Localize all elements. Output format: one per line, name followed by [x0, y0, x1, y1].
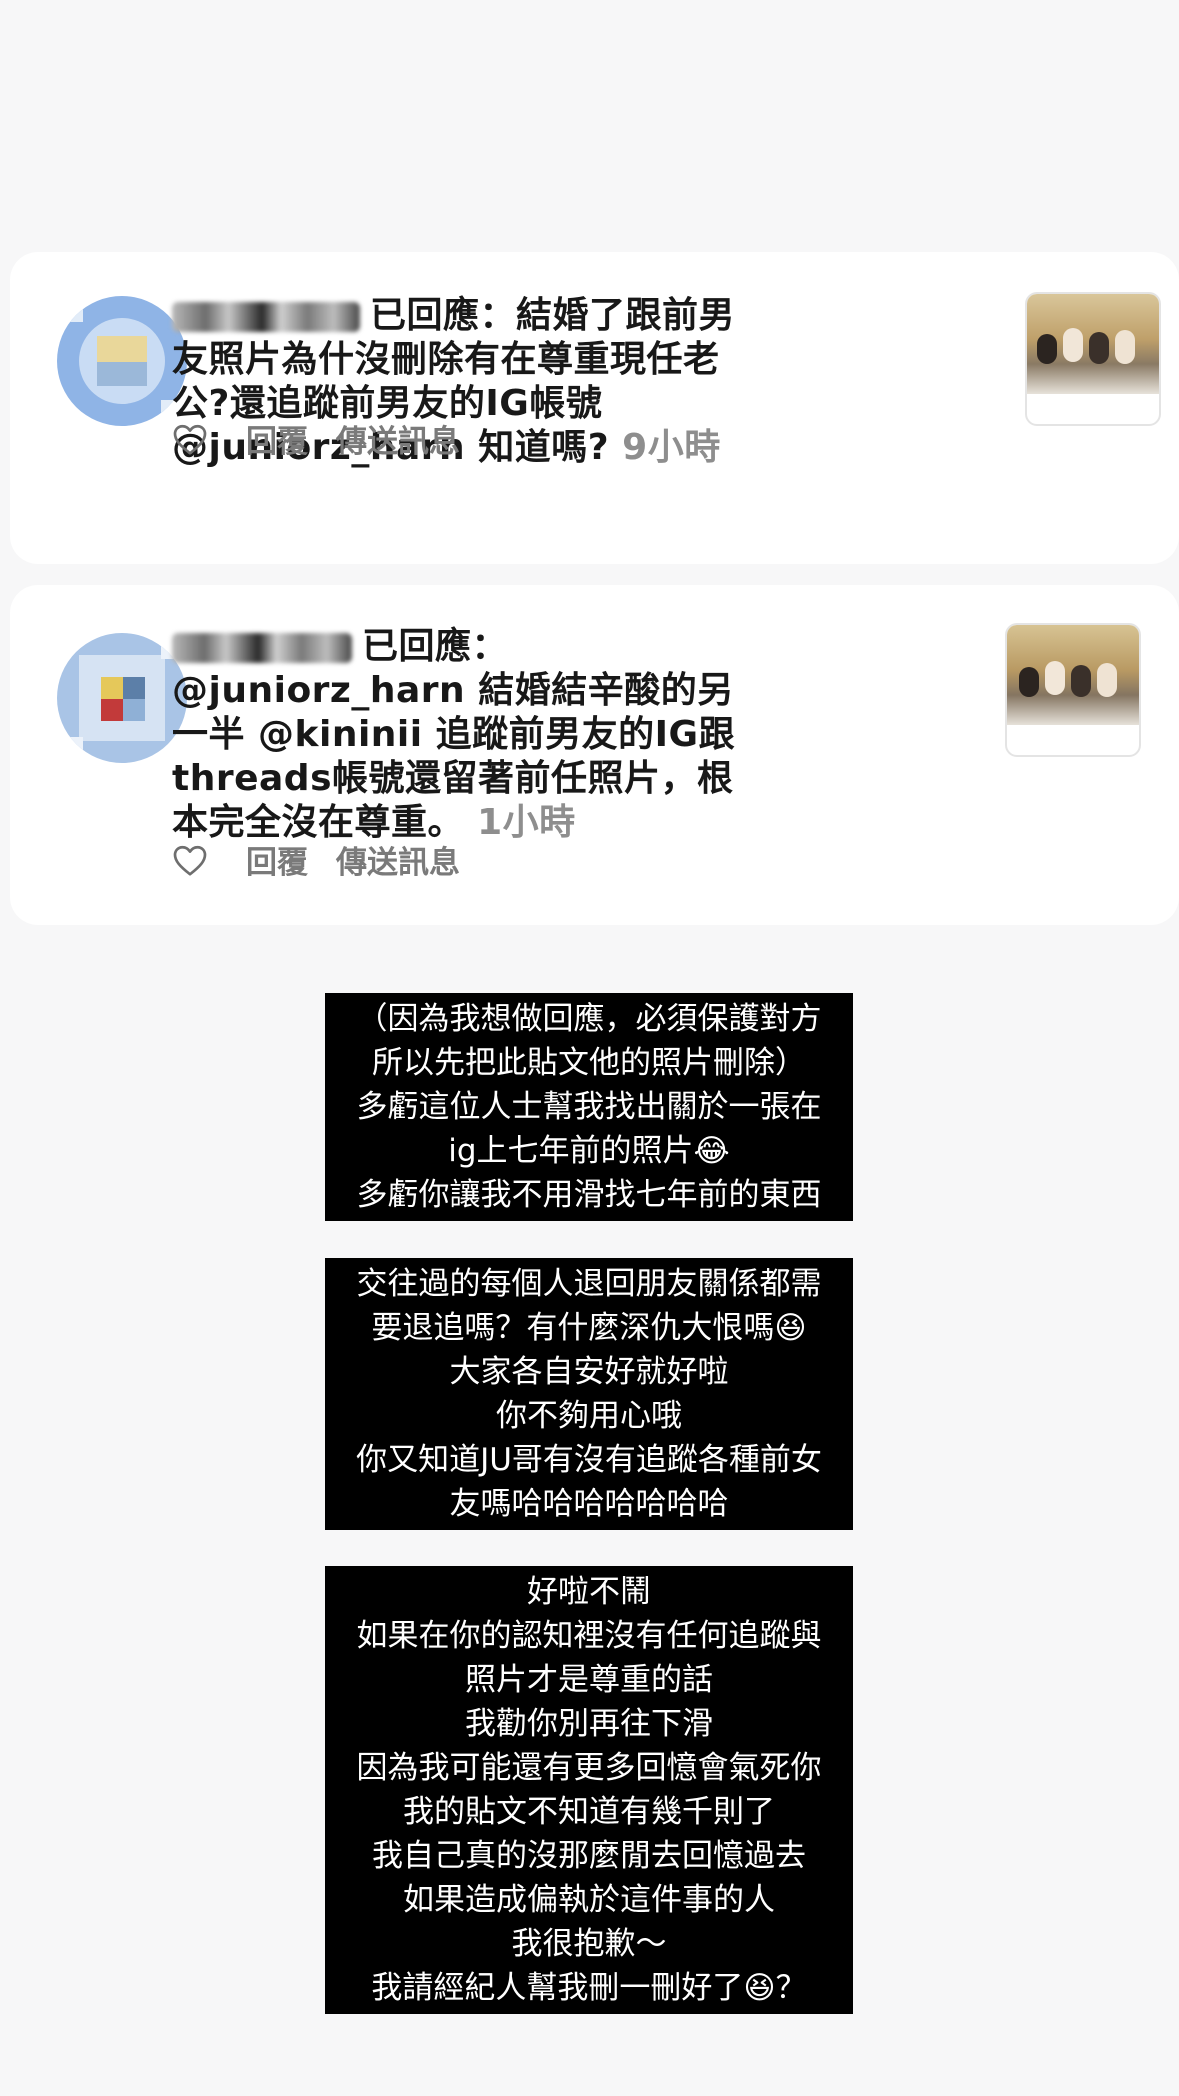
story-line: 如果在你的認知裡沒有任何追蹤與: [356, 1618, 822, 1654]
reply-button[interactable]: 回覆: [246, 837, 308, 882]
story-line: 好啦不鬧: [527, 1574, 651, 1610]
comment-time: 9小時: [622, 427, 721, 468]
story-line: 我很抱歉～: [511, 1926, 667, 1962]
comment-actions: 回覆 傳送訊息: [172, 416, 488, 461]
comment-card: 已回應：結婚了跟前男友照片為什沒刪除有在尊重現任老公?還追蹤前男友的IG帳號 @…: [10, 252, 1179, 564]
story-line: 你又知道JU哥有沒有追蹤各種前女: [356, 1442, 822, 1478]
comment-time: 1小時: [477, 802, 576, 843]
story-line: 所以先把此貼文他的照片刪除）: [372, 1045, 806, 1081]
heart-icon[interactable]: [172, 843, 208, 877]
story-text-block: 好啦不鬧 如果在你的認知裡沒有任何追蹤與 照片才是尊重的話 我勸你別再往下滑 因…: [325, 1566, 853, 2014]
story-line: 你不夠用心哦: [496, 1398, 682, 1434]
story-line: ig上七年前的照片😂: [448, 1133, 730, 1169]
story-line: 因為我可能還有更多回憶會氣死你: [356, 1750, 822, 1786]
story-text-block: 交往過的每個人退回朋友關係都需 要退追嗎？有什麼深仇大恨嗎😆 大家各自安好就好啦…: [325, 1258, 853, 1530]
username-blurred[interactable]: [172, 633, 352, 663]
post-thumbnail[interactable]: [1005, 623, 1141, 757]
story-line: 要退追嗎？有什麼深仇大恨嗎😆: [371, 1310, 807, 1346]
story-line: 多虧這位人士幫我找出關於一張在: [356, 1089, 822, 1125]
avatar[interactable]: [57, 633, 187, 763]
username-blurred[interactable]: [172, 302, 360, 332]
heart-icon[interactable]: [172, 422, 208, 456]
story-line: 多虧你讓我不用滑找七年前的東西: [356, 1177, 822, 1213]
story-line: 我的貼文不知道有幾千則了: [403, 1794, 775, 1830]
send-message-button[interactable]: 傳送訊息: [336, 837, 460, 882]
reply-button[interactable]: 回覆: [246, 416, 308, 461]
story-line: 我請經紀人幫我刪一刪好了😆？: [371, 1970, 807, 2006]
story-line: 友嗎哈哈哈哈哈哈哈: [449, 1486, 729, 1522]
story-line: （因為我想做回應，必須保護對方: [356, 1001, 822, 1037]
story-text-block: （因為我想做回應，必須保護對方 所以先把此貼文他的照片刪除） 多虧這位人士幫我找…: [325, 993, 853, 1221]
story-line: 我勸你別再往下滑: [465, 1706, 713, 1742]
story-line: 我自己真的沒那麼閒去回憶過去: [372, 1838, 806, 1874]
avatar[interactable]: [57, 296, 187, 426]
post-thumbnail[interactable]: [1025, 292, 1161, 426]
comment-actions: 回覆 傳送訊息: [172, 837, 488, 882]
send-message-button[interactable]: 傳送訊息: [336, 416, 460, 461]
story-line: 如果造成偏執於這件事的人: [403, 1882, 775, 1918]
story-line: 照片才是尊重的話: [465, 1662, 713, 1698]
comment-card: 已回應：@juniorz_harn 結婚結辛酸的另一半 @kininii 追蹤前…: [10, 585, 1179, 925]
story-line: 交往過的每個人退回朋友關係都需: [356, 1266, 822, 1302]
story-line: 大家各自安好就好啦: [449, 1354, 729, 1390]
